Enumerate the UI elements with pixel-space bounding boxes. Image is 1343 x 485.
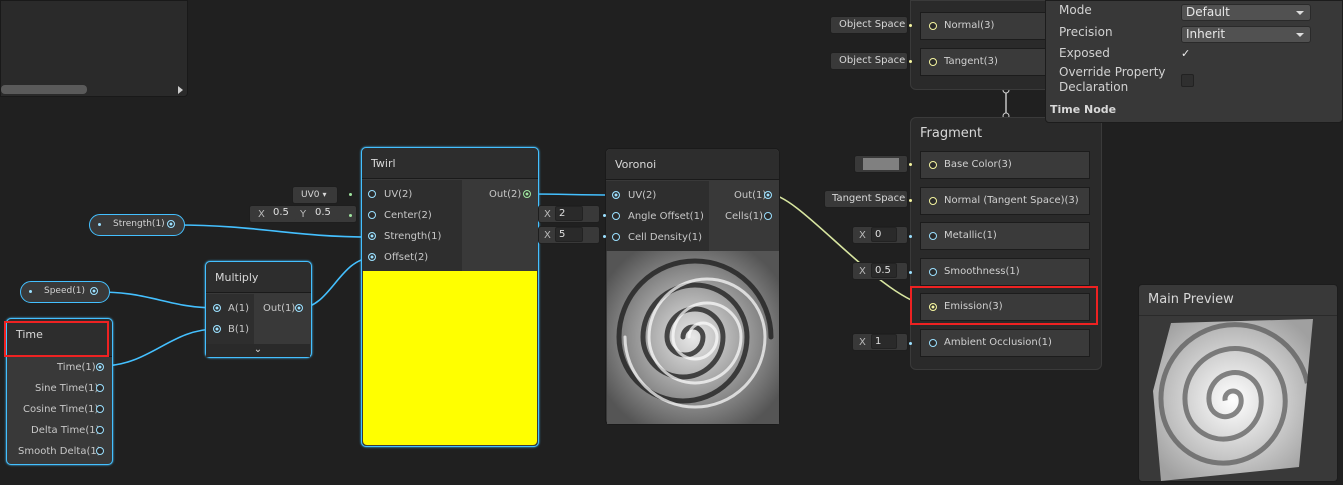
fragment-title: Fragment <box>920 126 983 141</box>
exposed-label: Exposed <box>1059 46 1110 60</box>
precision-label: Precision <box>1059 25 1113 39</box>
slot-base-color[interactable]: Base Color(3) <box>920 151 1090 179</box>
smoothness-field[interactable]: X 0.5 <box>852 262 908 280</box>
chevron-down-icon <box>1296 33 1304 37</box>
voronoi-preview <box>607 251 779 424</box>
speed-property[interactable]: Speed(1) <box>20 281 110 303</box>
time-highlight <box>4 321 109 357</box>
chevron-down-icon <box>1296 11 1304 15</box>
tangent-space-field[interactable]: Object Space <box>830 52 908 70</box>
multiply-node[interactable]: Multiply A(1) B(1) Out(1) ⌄ <box>205 261 312 358</box>
normal-tangent-space-field[interactable]: Tangent Space <box>824 190 908 208</box>
angle-offset-field[interactable]: X 2 <box>538 205 600 223</box>
metallic-field[interactable]: X 0 <box>852 226 908 244</box>
blackboard-panel <box>0 0 188 97</box>
graph-inspector: Mode Default Precision Inherit Exposed ✓… <box>1045 0 1343 123</box>
strength-property[interactable]: Strength(1) <box>89 214 185 236</box>
scroll-right-arrow-icon[interactable] <box>178 86 183 94</box>
main-preview-title: Main Preview <box>1148 292 1234 307</box>
precision-dropdown[interactable]: Inherit <box>1181 26 1311 43</box>
expand-chevron-icon[interactable]: ⌄ <box>206 344 310 357</box>
time-node-section-label: Time Node <box>1050 103 1117 115</box>
preview-render[interactable] <box>1151 319 1315 481</box>
main-preview-panel: Main Preview <box>1138 284 1338 482</box>
voronoi-title: Voronoi <box>606 149 779 180</box>
center-field[interactable]: X 0.5 Y 0.5 <box>249 205 357 223</box>
twirl-node[interactable]: Twirl UV(2) Center(2) Strength(1) Offset… <box>361 147 539 447</box>
slot-metallic[interactable]: Metallic(1) <box>920 222 1090 250</box>
horizontal-scrollbar[interactable] <box>1 85 87 94</box>
voronoi-node[interactable]: Voronoi UV(2) Angle Offset(1) Cell Densi… <box>605 148 780 425</box>
twirl-title: Twirl <box>362 148 538 179</box>
override-checkbox[interactable] <box>1181 74 1194 87</box>
mode-dropdown[interactable]: Default <box>1181 4 1311 21</box>
normal-space-field[interactable]: Object Space <box>830 16 908 34</box>
emission-highlight <box>910 286 1098 325</box>
exposed-checkbox[interactable]: ✓ <box>1181 47 1194 60</box>
slot-smoothness[interactable]: Smoothness(1) <box>920 258 1090 286</box>
mode-label: Mode <box>1059 3 1092 17</box>
ambient-occlusion-field[interactable]: X 1 <box>852 333 908 351</box>
slot-ambient-occlusion[interactable]: Ambient Occlusion(1) <box>920 329 1090 357</box>
multiply-title: Multiply <box>206 262 311 293</box>
base-color-swatch[interactable] <box>854 155 908 173</box>
slot-normal-tangent[interactable]: Normal (Tangent Space)(3) <box>920 187 1090 215</box>
cell-density-field[interactable]: X 5 <box>538 226 600 244</box>
twirl-preview <box>363 271 537 445</box>
override-property-label: Override Property Declaration <box>1059 65 1166 94</box>
uv-channel-dropdown[interactable]: UV0 ▾ <box>292 186 338 204</box>
